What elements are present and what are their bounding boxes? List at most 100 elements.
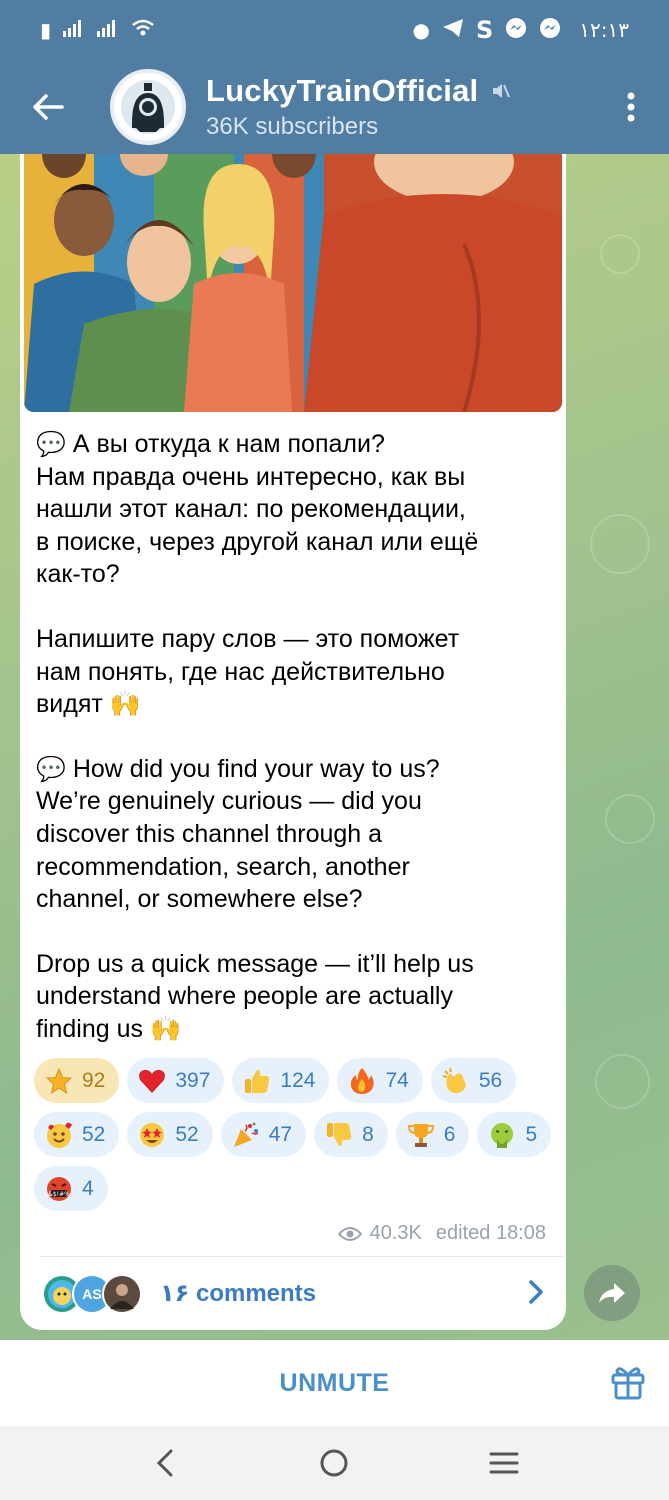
clock: ۱۲:۱۳ bbox=[579, 18, 629, 42]
reaction-trophy[interactable]: 6 bbox=[395, 1112, 470, 1157]
bottom-action-bar: UNMUTE bbox=[0, 1340, 669, 1426]
reaction-star[interactable]: 92 bbox=[34, 1058, 120, 1103]
clapping-icon bbox=[441, 1066, 471, 1096]
reaction-count: 397 bbox=[175, 1068, 211, 1092]
commenter-avatar bbox=[102, 1273, 142, 1314]
reaction-count: 52 bbox=[82, 1122, 106, 1146]
post-illustration[interactable] bbox=[24, 154, 562, 412]
reaction-star-struck[interactable]: 52 bbox=[127, 1112, 213, 1157]
comments-count: ۱۶ comments bbox=[160, 1280, 316, 1307]
text-line: recommendation, search, another bbox=[36, 852, 410, 881]
chevron-left-icon bbox=[156, 1449, 173, 1477]
paragraph-en-2: Drop us a quick message — it’ll help us … bbox=[36, 948, 556, 1046]
text-line: channel, or somewhere else? bbox=[36, 885, 363, 914]
nauseated-icon bbox=[487, 1120, 517, 1150]
message-meta: 40.3K edited 18:08 bbox=[337, 1222, 546, 1245]
more-options-button[interactable] bbox=[603, 60, 659, 154]
forward-arrow-icon bbox=[599, 1283, 625, 1303]
message-text: 💬 А вы откуда к нам попали? Нам правда о… bbox=[36, 428, 556, 1046]
signal-icon bbox=[63, 18, 85, 42]
share-button[interactable] bbox=[584, 1265, 640, 1321]
avatar-initials: AS bbox=[82, 1285, 102, 1302]
status-bar: ▮ ● S ۱۲:۱۳ bbox=[0, 0, 669, 60]
vertical-dots-icon bbox=[627, 92, 635, 122]
reaction-fire[interactable]: 74 bbox=[337, 1058, 423, 1103]
text-line: Напишите пару слов — это поможет bbox=[36, 624, 460, 653]
reactions-bar: 92 397 124 74 56 52 52 47 8 6 5 &$!#% 4 bbox=[34, 1058, 554, 1211]
text-line: видят 🙌 bbox=[36, 690, 141, 719]
messenger-icon bbox=[505, 17, 527, 44]
reaction-smiling-hearts[interactable]: 52 bbox=[34, 1112, 120, 1157]
text-line: в поиске, через другой канал или ещё bbox=[36, 527, 479, 556]
heart-icon bbox=[137, 1066, 167, 1096]
header-title-block[interactable]: LuckyTrainOfficial 36K subscribers bbox=[206, 73, 603, 141]
train-logo-icon bbox=[121, 80, 175, 134]
eye-icon bbox=[337, 1226, 362, 1241]
home-circle-icon bbox=[320, 1449, 348, 1477]
message-bubble[interactable]: 💬 А вы откуда к нам попали? Нам правда о… bbox=[20, 154, 566, 1330]
back-arrow-icon bbox=[33, 94, 64, 120]
nav-recents-button[interactable] bbox=[474, 1433, 534, 1493]
sim-icon: ▮ bbox=[40, 18, 52, 42]
text-line: Нам правда очень интересно, как вы bbox=[36, 462, 466, 491]
chevron-right-icon bbox=[529, 1280, 543, 1304]
text-line: discover this channel through a bbox=[36, 819, 383, 848]
unmute-button[interactable]: UNMUTE bbox=[280, 1369, 390, 1398]
text-line: нашли этот канал: по рекомендации, bbox=[36, 495, 466, 524]
text-line: How did you find your way to us? bbox=[72, 754, 440, 783]
comments-button[interactable]: AS ۱۶ comments bbox=[20, 1257, 566, 1330]
thumbs-up-icon bbox=[242, 1066, 272, 1096]
reaction-count: 5 bbox=[525, 1122, 538, 1146]
status-right: ● S ۱۲:۱۳ bbox=[413, 16, 629, 44]
reaction-nauseated[interactable]: 5 bbox=[477, 1112, 552, 1157]
dot-icon: ● bbox=[412, 18, 430, 42]
channel-avatar[interactable] bbox=[110, 69, 186, 145]
messenger-icon bbox=[539, 17, 561, 44]
star-icon bbox=[44, 1066, 74, 1096]
star-struck-icon bbox=[137, 1120, 167, 1150]
trophy-icon bbox=[406, 1120, 436, 1150]
paragraph-ru-2: Напишите пару слов — это поможет нам пон… bbox=[36, 623, 556, 721]
subscriber-count: 36K subscribers bbox=[206, 113, 379, 140]
speech-bubble-emoji: 💬 bbox=[36, 754, 66, 783]
text-line: Drop us a quick message — it’ll help us bbox=[36, 949, 474, 978]
reaction-count: 8 bbox=[362, 1122, 374, 1146]
doodle-pattern bbox=[595, 1054, 650, 1109]
gift-button[interactable] bbox=[611, 1364, 645, 1405]
gift-icon bbox=[611, 1367, 645, 1400]
reaction-count: 56 bbox=[478, 1068, 503, 1092]
text-line: finding us 🙌 bbox=[36, 1014, 182, 1043]
reaction-clapping[interactable]: 56 bbox=[430, 1058, 517, 1103]
reaction-count: 6 bbox=[443, 1122, 456, 1146]
smiling-hearts-icon bbox=[44, 1120, 74, 1150]
doodle-pattern bbox=[600, 234, 640, 274]
chat-background[interactable]: 💬 А вы откуда к нам попали? Нам правда о… bbox=[0, 154, 669, 1340]
edited-time: edited 18:08 bbox=[435, 1222, 546, 1244]
wifi-icon bbox=[131, 18, 155, 42]
fire-icon bbox=[347, 1066, 377, 1096]
reaction-cursing-face[interactable]: &$!#% 4 bbox=[34, 1166, 108, 1211]
channel-title: LuckyTrainOfficial bbox=[206, 73, 479, 108]
paragraph-en-1: 💬 How did you find your way to us? We’re… bbox=[36, 753, 556, 916]
reaction-count: 92 bbox=[82, 1068, 106, 1092]
back-button[interactable] bbox=[0, 60, 96, 154]
reaction-count: 124 bbox=[280, 1068, 316, 1092]
crowd-illustration bbox=[24, 154, 562, 412]
menu-lines-icon bbox=[489, 1452, 519, 1474]
reaction-count: 74 bbox=[385, 1068, 409, 1092]
chat-header: LuckyTrainOfficial 36K subscribers bbox=[0, 60, 669, 154]
thumbs-down-icon bbox=[324, 1120, 354, 1150]
system-navigation-bar bbox=[0, 1426, 669, 1500]
nav-back-button[interactable] bbox=[135, 1433, 195, 1493]
reaction-thumbs-up[interactable]: 124 bbox=[232, 1058, 330, 1103]
reaction-thumbs-down[interactable]: 8 bbox=[314, 1112, 388, 1157]
view-count: 40.3K bbox=[369, 1222, 422, 1244]
text-line: нам понять, где нас действительно bbox=[36, 657, 445, 686]
text-line: We’re genuinely curious — did you bbox=[36, 787, 422, 816]
speech-bubble-emoji: 💬 bbox=[36, 430, 66, 458]
doodle-pattern bbox=[605, 794, 655, 844]
reaction-party-popper[interactable]: 47 bbox=[220, 1112, 307, 1157]
paragraph-ru-1: 💬 А вы откуда к нам попали? Нам правда о… bbox=[36, 428, 556, 591]
reaction-heart[interactable]: 397 bbox=[127, 1058, 225, 1103]
nav-home-button[interactable] bbox=[304, 1433, 364, 1493]
